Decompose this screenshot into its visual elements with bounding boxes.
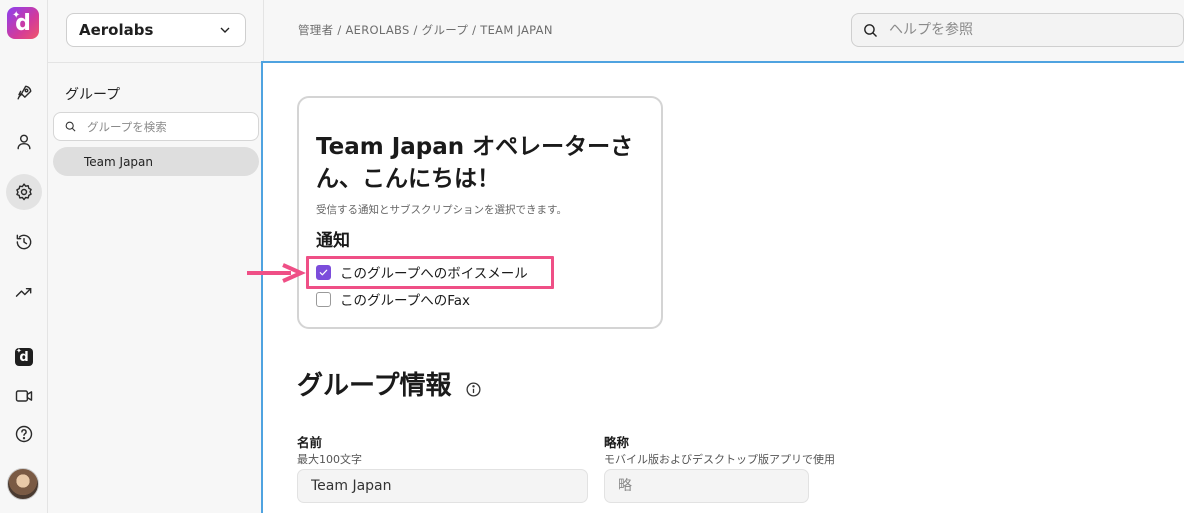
help-search[interactable]: [851, 13, 1184, 47]
rocket-icon: [17, 85, 32, 100]
search-icon: [864, 23, 878, 37]
video-icon: [15, 390, 33, 402]
rail-video-button[interactable]: [6, 378, 42, 414]
info-icon[interactable]: [465, 375, 482, 397]
short-name-help: モバイル版およびデスクトップ版アプリで使用: [604, 453, 835, 466]
chevron-down-icon: [220, 27, 230, 33]
user-icon: [17, 134, 31, 150]
name-help: 最大100文字: [297, 453, 362, 466]
group-search[interactable]: [53, 112, 259, 141]
app-logo[interactable]: ✦ d: [7, 7, 39, 39]
avatar[interactable]: [7, 468, 39, 500]
help-search-input[interactable]: [889, 22, 1169, 38]
org-select[interactable]: Aerolabs: [66, 13, 246, 47]
fax-label: このグループへのFax: [340, 293, 470, 309]
group-item-label: Team Japan: [84, 154, 153, 169]
rail-history-button[interactable]: [6, 224, 42, 260]
d-app-icon: ✦ d: [15, 347, 33, 366]
group-panel: Aerolabs グループ Team Japan: [48, 0, 264, 513]
greeting-subtitle: 受信する通知とサブスクリプションを選択できます。: [316, 204, 567, 216]
greeting-title: Team Japan オペレーターさん、こんにちは！: [316, 134, 634, 192]
short-name-label: 略称: [604, 435, 630, 450]
name-label: 名前: [297, 435, 323, 450]
panel-divider: [48, 62, 264, 63]
group-info-title-text: グループ情報: [297, 371, 452, 401]
rail-user-button[interactable]: [6, 124, 42, 160]
name-input[interactable]: [297, 469, 588, 503]
gear-icon: [16, 183, 32, 201]
help-icon: [15, 425, 33, 443]
rail-analytics-button[interactable]: [6, 274, 42, 310]
breadcrumb: 管理者 / AEROLABS / グループ / TEAM JAPAN: [298, 23, 553, 37]
group-info-title: グループ情報: [297, 365, 482, 402]
sparkle-icon: ✦: [16, 347, 22, 355]
sparkle-icon: ✦: [12, 10, 21, 21]
search-icon: [65, 121, 76, 132]
app-window: ✦ d ✦ d Aerolabs グループ グループを検索 Team Japan…: [0, 0, 1184, 513]
panel-title: グループ: [65, 87, 121, 103]
group-search-input[interactable]: [87, 119, 247, 134]
top-bar: 管理者 / AEROLABS / グループ / TEAM JAPAN: [264, 0, 1184, 61]
fax-checkbox[interactable]: [316, 291, 331, 307]
history-icon: [16, 234, 32, 250]
group-item-team-japan[interactable]: Team Japan: [53, 147, 259, 176]
short-name-input[interactable]: [604, 469, 809, 503]
org-name: Aerolabs: [79, 21, 154, 39]
rail-d-app-button[interactable]: ✦ d: [6, 339, 42, 375]
pointer-arrow-icon: [247, 263, 306, 283]
notification-section-title: 通知: [316, 231, 350, 251]
icon-rail: ✦ d ✦ d: [0, 0, 48, 513]
rail-settings-button[interactable]: [6, 174, 42, 210]
rail-launch-button[interactable]: [6, 75, 42, 111]
rail-help-button[interactable]: [6, 416, 42, 452]
fax-option[interactable]: このグループへのFax: [316, 289, 470, 309]
trending-icon: [15, 287, 32, 297]
notification-card: Team Japan オペレーターさん、こんにちは！ 受信する通知とサブスクリプ…: [297, 96, 663, 329]
main-content: Team Japan オペレーターさん、こんにちは！ 受信する通知とサブスクリプ…: [247, 61, 1184, 513]
highlight-box: [306, 256, 554, 289]
